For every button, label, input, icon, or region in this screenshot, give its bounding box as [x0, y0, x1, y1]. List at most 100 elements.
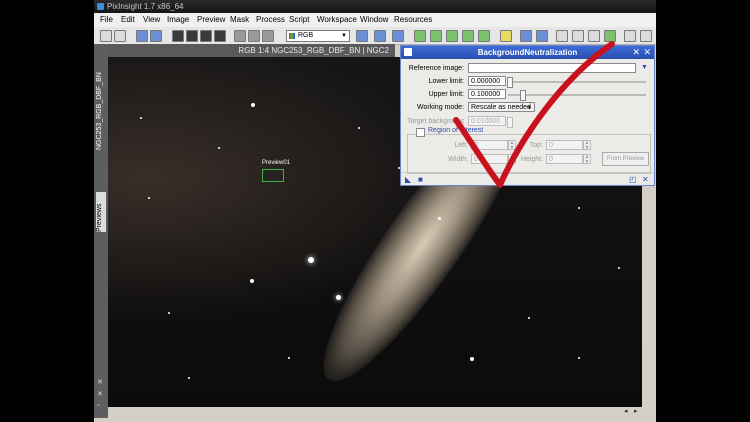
scroll-left-icon[interactable]: ◂ [624, 407, 628, 415]
horizontal-scrollbar[interactable]: ◂ ▸ [108, 407, 656, 418]
process-apply-icon[interactable] [536, 30, 548, 42]
mode-readout-icon[interactable] [414, 30, 426, 42]
console-icon[interactable] [588, 30, 600, 42]
select-view-icon[interactable]: ▼ [641, 64, 648, 71]
chevron-down-icon: ▼ [527, 105, 532, 111]
preview-rectangle[interactable] [262, 169, 284, 182]
mode-zoom-icon[interactable] [446, 30, 458, 42]
menu-view[interactable]: View [143, 13, 160, 27]
undo-icon[interactable] [100, 30, 112, 42]
star [578, 357, 580, 359]
menu-image[interactable]: Image [167, 13, 189, 27]
toolbar: RGB ▼ [94, 27, 656, 45]
open-icon[interactable] [150, 30, 162, 42]
stf-auto-icon[interactable] [248, 30, 260, 42]
reset-icon[interactable]: ✕ [642, 175, 649, 184]
zoom-fit-icon[interactable] [392, 30, 404, 42]
mode-preview-icon[interactable] [462, 30, 474, 42]
workspace-icon[interactable] [624, 30, 636, 42]
apply-global-icon[interactable]: ■ [418, 175, 423, 184]
channel-green-icon[interactable] [186, 30, 198, 42]
new-image-icon[interactable] [136, 30, 148, 42]
explorer-icon[interactable] [572, 30, 584, 42]
star [308, 257, 314, 263]
upper-limit-slider-track[interactable] [508, 94, 646, 96]
stf-icon[interactable] [234, 30, 246, 42]
stf-reset-icon[interactable] [262, 30, 274, 42]
menu-preview[interactable]: Preview [197, 13, 225, 27]
roi-checkbox[interactable] [416, 128, 425, 137]
expand-icon[interactable]: ✕ [97, 390, 103, 398]
title-bar: PixInsight 1.7 x86_64 [94, 0, 656, 13]
star [336, 295, 341, 300]
star [470, 357, 474, 361]
star [168, 312, 170, 314]
target-background-slider-handle[interactable] [507, 117, 513, 128]
script-icon[interactable] [556, 30, 568, 42]
process-icon[interactable] [520, 30, 532, 42]
dialog-titlebar[interactable]: BackgroundNeutralization ✕ ✕ [401, 46, 654, 59]
mode-edit-preview-icon[interactable] [478, 30, 490, 42]
menu-mask[interactable]: Mask [230, 13, 249, 27]
preview-new-icon[interactable] [500, 30, 512, 42]
left-field[interactable]: 0 [471, 140, 508, 150]
image-window-titlebar[interactable]: RGB 1:4 NGC253_RGB_DBF_BN | NGC2 [108, 44, 395, 57]
top-label: Top: [529, 142, 543, 149]
menu-script[interactable]: Script [289, 13, 309, 27]
working-mode-select[interactable]: Rescale as needed ▼ [468, 102, 535, 112]
zoom-in-icon[interactable] [356, 30, 368, 42]
image-side-tabs: NGC253_RGB_DBF_BN Previews ✕ ✕ ▫ [94, 44, 108, 418]
menu-workspace[interactable]: Workspace [317, 13, 357, 27]
reference-image-label: Reference image: [408, 65, 464, 72]
image-window-title: RGB 1:4 NGC253_RGB_DBF_BN | NGC2 [238, 46, 389, 55]
previews-tab[interactable]: Previews [96, 192, 106, 232]
lower-limit-slider-handle[interactable] [507, 77, 513, 88]
chevron-down-icon: ▼ [341, 33, 347, 39]
scroll-right-icon[interactable]: ▸ [634, 407, 638, 415]
redo-icon[interactable] [114, 30, 126, 42]
documentation-icon[interactable]: ◰ [629, 175, 637, 184]
shade-icon[interactable]: ▫ [97, 402, 99, 409]
background-neutralization-dialog: BackgroundNeutralization ✕ ✕ Reference i… [400, 45, 655, 186]
collapse-icon[interactable]: ✕ [97, 378, 103, 386]
process-icon [404, 48, 412, 56]
menu-file[interactable]: File [100, 13, 113, 27]
star [528, 317, 530, 319]
settings-icon[interactable] [640, 30, 652, 42]
target-background-field[interactable]: 0.010000 [468, 116, 506, 126]
star [288, 357, 290, 359]
height-label: Height: [520, 156, 543, 163]
upper-limit-slider-handle[interactable] [520, 90, 526, 101]
channel-blue-icon[interactable] [200, 30, 212, 42]
star [140, 117, 142, 119]
new-instance-icon[interactable]: ◣ [405, 175, 411, 184]
menu-window[interactable]: Window [360, 13, 388, 27]
height-field[interactable]: 0 [546, 154, 583, 164]
reference-image-field[interactable] [468, 63, 636, 73]
from-preview-button[interactable]: From Preview [602, 152, 649, 166]
menu-process[interactable]: Process [256, 13, 285, 27]
upper-limit-label: Upper limit: [428, 91, 464, 98]
menu-bar: File Edit View Image Preview Mask Proces… [94, 13, 656, 27]
roi-label: Region of Interest [427, 127, 485, 134]
image-id-tab[interactable]: NGC253_RGB_DBF_BN [96, 62, 106, 150]
top-spinner-icon[interactable]: ▲ ▼ [583, 140, 591, 151]
channel-select[interactable]: RGB ▼ [286, 30, 350, 42]
pin-icon[interactable]: ✕ [632, 46, 640, 59]
menu-resources[interactable]: Resources [394, 13, 432, 27]
close-icon[interactable]: ✕ [643, 46, 651, 59]
lower-limit-field[interactable]: 0.000000 [468, 76, 506, 86]
channel-rgb-icon[interactable] [214, 30, 226, 42]
lower-limit-slider-track[interactable] [508, 81, 646, 83]
star [250, 279, 254, 283]
menu-edit[interactable]: Edit [121, 13, 135, 27]
width-field[interactable]: 0 [471, 154, 508, 164]
top-field[interactable]: 0 [546, 140, 583, 150]
target-background-label: Target background: [407, 118, 464, 125]
height-spinner-icon[interactable]: ▲ ▼ [583, 154, 591, 165]
zoom-out-icon[interactable] [374, 30, 386, 42]
mode-pan-icon[interactable] [430, 30, 442, 42]
upper-limit-field[interactable]: 0.100000 [468, 89, 506, 99]
channel-red-icon[interactable] [172, 30, 184, 42]
history-icon[interactable] [604, 30, 616, 42]
